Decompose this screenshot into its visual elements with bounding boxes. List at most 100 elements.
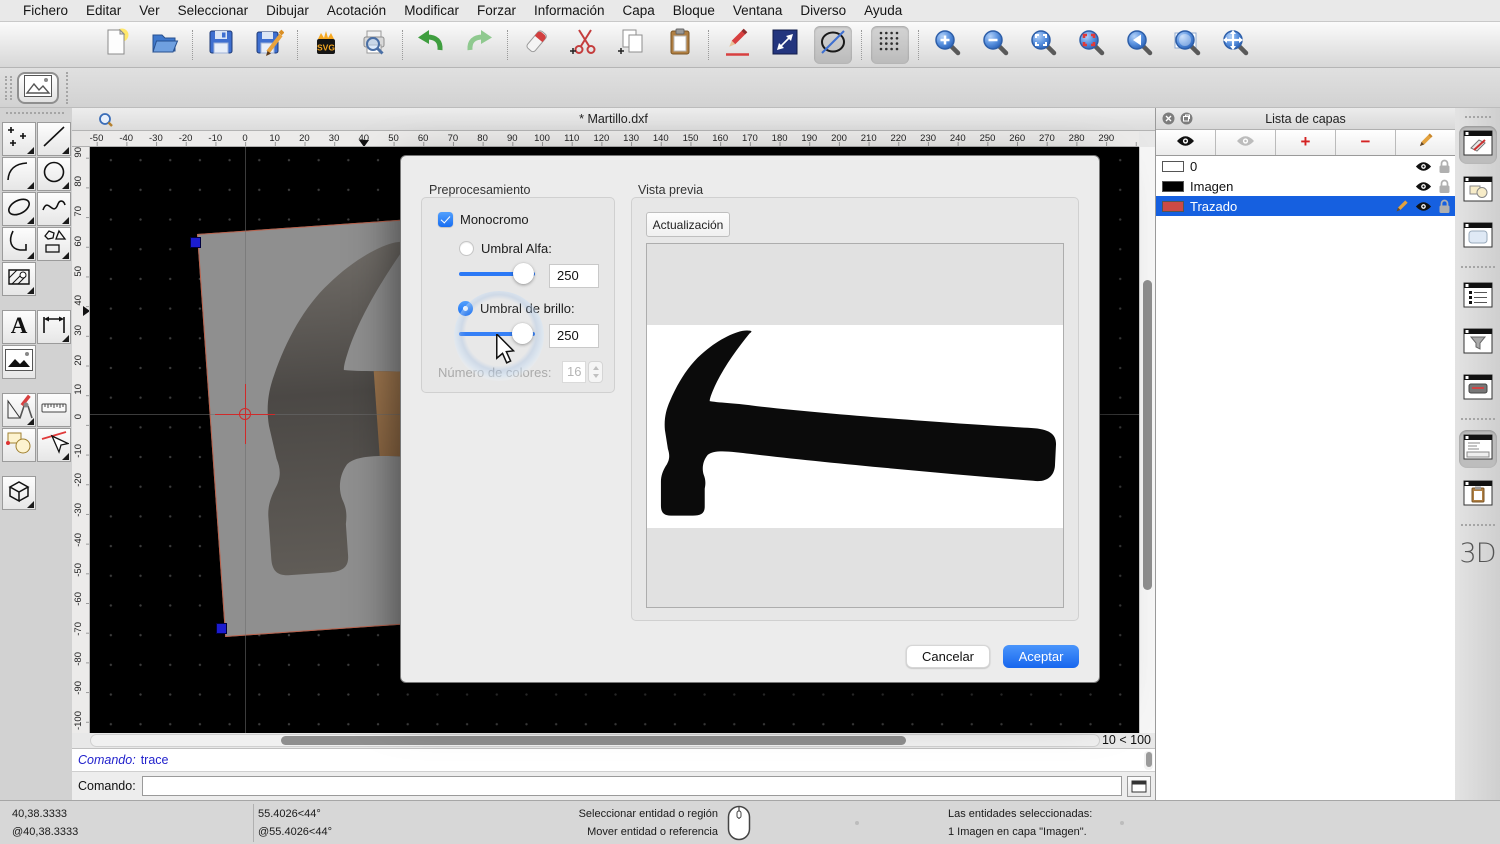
- dimension-button[interactable]: [766, 26, 804, 64]
- palette-drag-handle[interactable]: [6, 112, 64, 114]
- svg-export-button[interactable]: SVG: [307, 26, 345, 64]
- image-tool-button[interactable]: [17, 72, 59, 104]
- save-button[interactable]: [202, 26, 240, 64]
- grid-toggle-button[interactable]: [871, 26, 909, 64]
- measure-tool-button[interactable]: [37, 393, 71, 427]
- paste-button[interactable]: [661, 26, 699, 64]
- zoom-auto-button[interactable]: [1024, 26, 1062, 64]
- dock-layers-button[interactable]: [1459, 126, 1497, 164]
- spline-tool-button[interactable]: [37, 192, 71, 226]
- zoom-out-button[interactable]: [976, 26, 1014, 64]
- menu-item-diverso[interactable]: Diverso: [791, 0, 855, 22]
- dock-plot-button[interactable]: [1459, 370, 1497, 408]
- copy-button[interactable]: [613, 26, 651, 64]
- menu-item-ventana[interactable]: Ventana: [724, 0, 792, 22]
- cancel-button[interactable]: Cancelar: [906, 645, 990, 668]
- menu-item-dibujar[interactable]: Dibujar: [257, 0, 318, 22]
- vertical-scrollbar[interactable]: [1139, 147, 1155, 733]
- edit-pen-button[interactable]: [718, 26, 756, 64]
- menu-item-seleccionar[interactable]: Seleccionar: [169, 0, 258, 22]
- selection-handle-top[interactable]: [190, 237, 201, 248]
- menu-item-forzar[interactable]: Forzar: [468, 0, 525, 22]
- arc-tool-button[interactable]: [2, 157, 36, 191]
- dock-command-button[interactable]: [1459, 430, 1497, 468]
- horizontal-scrollbar-thumb[interactable]: [281, 736, 906, 745]
- command-input[interactable]: [142, 776, 1122, 796]
- horizontal-scrollbar[interactable]: [90, 734, 1100, 747]
- layer-row-imagen[interactable]: Imagen: [1156, 176, 1455, 196]
- menu-item-capa[interactable]: Capa: [614, 0, 664, 22]
- toolbar-drag-handle[interactable]: [5, 76, 12, 100]
- hide-all-layers-button[interactable]: [1216, 130, 1276, 155]
- eye-icon[interactable]: [1415, 181, 1432, 192]
- lock-icon[interactable]: [1438, 179, 1451, 194]
- insert-image-tool-button[interactable]: [2, 345, 36, 379]
- shapes-tool-button[interactable]: [37, 227, 71, 261]
- dock-library-button[interactable]: [1459, 218, 1497, 256]
- show-all-layers-button[interactable]: [1156, 130, 1216, 155]
- select-tool-button[interactable]: [37, 428, 71, 462]
- redo-button[interactable]: [460, 26, 498, 64]
- block-tool-button[interactable]: [2, 428, 36, 462]
- delete-button[interactable]: [517, 26, 555, 64]
- menu-item-modificar[interactable]: Modificar: [395, 0, 468, 22]
- close-panel-icon[interactable]: [1162, 112, 1175, 130]
- add-layer-button[interactable]: +: [1276, 130, 1336, 155]
- alpha-threshold-radio[interactable]: [459, 241, 474, 256]
- zoom-previous-button[interactable]: [1120, 26, 1158, 64]
- draft-tools-tool-button[interactable]: [2, 393, 36, 427]
- detach-panel-icon[interactable]: [1180, 112, 1193, 130]
- alpha-value-input[interactable]: 250: [549, 264, 599, 288]
- menu-item-acotacion[interactable]: Acotación: [318, 0, 395, 22]
- line-tool-button[interactable]: [37, 122, 71, 156]
- alpha-slider-thumb[interactable]: [513, 263, 534, 284]
- open-file-button[interactable]: [145, 26, 183, 64]
- edit-layer-button[interactable]: [1396, 130, 1455, 155]
- cut-button[interactable]: [565, 26, 603, 64]
- document-titlebar[interactable]: * Martillo.dxf: [72, 108, 1155, 131]
- vertical-scrollbar-thumb[interactable]: [1143, 280, 1152, 590]
- cube-3d-tool-button[interactable]: [2, 476, 36, 510]
- dock-blocks-button[interactable]: [1459, 172, 1497, 210]
- menu-item-fichero[interactable]: Fichero: [14, 0, 77, 22]
- update-preview-button[interactable]: Actualización: [646, 212, 730, 237]
- circle-tool-button[interactable]: [37, 157, 71, 191]
- points-tool-button[interactable]: [2, 122, 36, 156]
- new-document-button[interactable]: [97, 26, 135, 64]
- zoom-pan-button[interactable]: [1216, 26, 1254, 64]
- dock-entity-list-button[interactable]: [1459, 278, 1497, 316]
- undo-button[interactable]: [412, 26, 450, 64]
- accept-button[interactable]: Aceptar: [1003, 645, 1079, 668]
- hatch-tool-button[interactable]: [2, 262, 36, 296]
- eye-icon[interactable]: [1415, 161, 1432, 172]
- print-preview-button[interactable]: [355, 26, 393, 64]
- history-scrollbar[interactable]: [1144, 751, 1153, 770]
- dim-tool-button[interactable]: [37, 310, 71, 344]
- menu-item-ayuda[interactable]: Ayuda: [855, 0, 911, 22]
- layer-row-0[interactable]: 0: [1156, 156, 1455, 176]
- menu-item-bloque[interactable]: Bloque: [664, 0, 724, 22]
- selection-handle-bottom[interactable]: [216, 623, 227, 634]
- polyline-tool-button[interactable]: [2, 227, 36, 261]
- ellipse-tool-button[interactable]: [2, 192, 36, 226]
- dock-drag-handle[interactable]: [1465, 116, 1491, 118]
- dock-filter-button[interactable]: [1459, 324, 1497, 362]
- menu-item-editar[interactable]: Editar: [77, 0, 130, 22]
- lock-icon[interactable]: [1438, 199, 1451, 214]
- layer-row-trazado[interactable]: Trazado: [1156, 196, 1455, 216]
- draft-mode-button[interactable]: [814, 26, 852, 64]
- eye-icon[interactable]: [1415, 201, 1432, 212]
- lock-icon[interactable]: [1438, 159, 1451, 174]
- dock-3d-label[interactable]: 3D: [1460, 538, 1496, 569]
- menu-item-ver[interactable]: Ver: [130, 0, 168, 22]
- remove-layer-button[interactable]: −: [1336, 130, 1396, 155]
- save-as-button[interactable]: [250, 26, 288, 64]
- monochrome-checkbox[interactable]: [438, 212, 453, 227]
- brightness-value-input[interactable]: 250: [549, 324, 599, 348]
- zoom-in-button[interactable]: [928, 26, 966, 64]
- text-tool-button[interactable]: A: [2, 310, 36, 344]
- detach-command-button[interactable]: [1127, 776, 1151, 797]
- menu-item-informacion[interactable]: Información: [525, 0, 614, 22]
- zoom-selection-button[interactable]: [1072, 26, 1110, 64]
- dock-clipboard-button[interactable]: [1459, 476, 1497, 514]
